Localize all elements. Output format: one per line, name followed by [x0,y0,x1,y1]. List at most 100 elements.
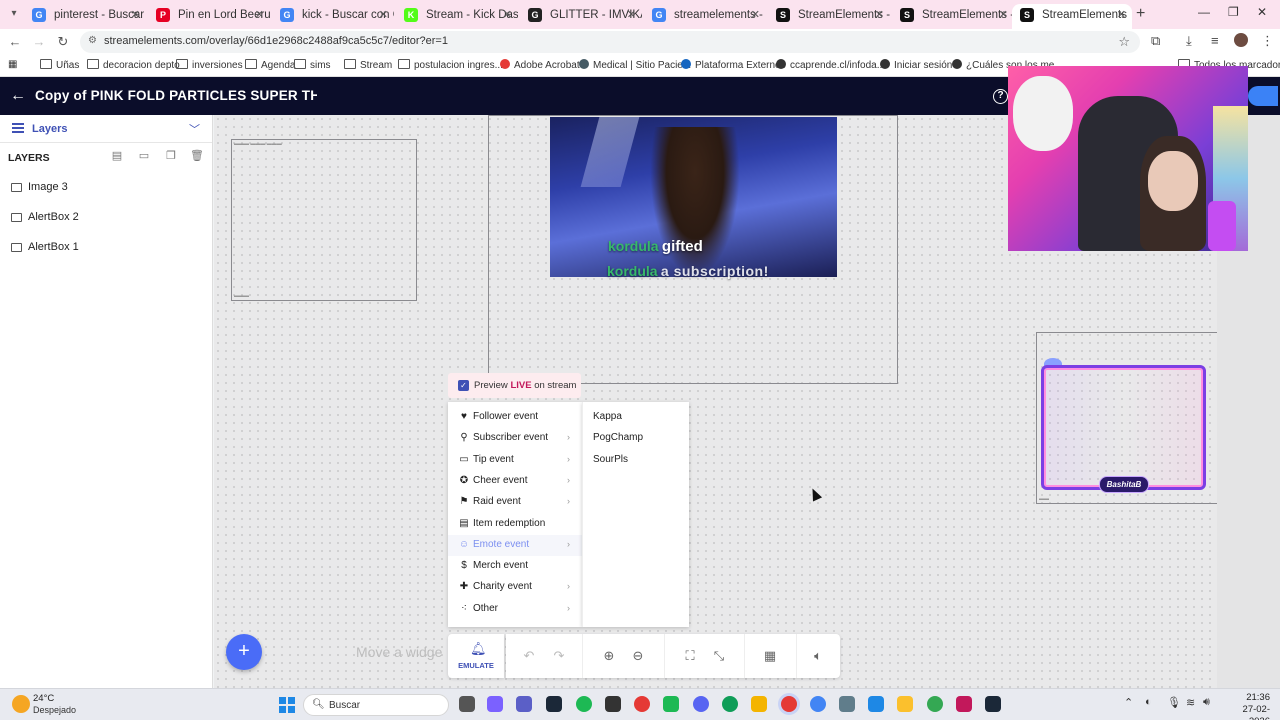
tab-close-icon[interactable]: ✕ [379,4,388,26]
browser-tab[interactable]: Gkick - Buscar con Goo✕ [272,4,394,29]
folder-icon[interactable]: ▭ [137,150,151,163]
tab-close-icon[interactable]: ✕ [627,4,636,26]
url-text[interactable]: streamelements.com/overlay/66d1e2968c248… [104,35,448,47]
edge-icon[interactable] [722,696,738,712]
redo-icon[interactable]: ↷ [550,647,568,665]
restore-icon[interactable]: ❐ [1228,5,1239,19]
help-icon[interactable]: ? [993,89,1008,104]
chevron-down-icon[interactable]: ﹀ [189,121,200,137]
reload-icon[interactable]: ↻ [54,33,72,51]
bookmark-item[interactable]: Iniciar sesión [880,59,952,71]
whatsapp-icon[interactable] [663,696,679,712]
sticky-notes-icon[interactable] [897,696,913,712]
minimize-icon[interactable]: — [1198,5,1210,19]
volume-tray-icon[interactable]: 🔊︎ [1203,696,1210,709]
discord-icon[interactable] [693,696,709,712]
emulate-button[interactable]: 🔔︎ EMULATE [448,634,504,678]
glitter-app-icon[interactable] [956,696,972,712]
site-info-icon[interactable]: ⚙ [88,35,97,46]
extensions-icon[interactable]: ⧉ [1151,33,1160,49]
emulate-menu-item[interactable]: ✪ Cheer event › [448,471,582,492]
url-omnibox[interactable]: ⚙ streamelements.com/overlay/66d1e2968c2… [80,31,1140,53]
grid-icon[interactable]: ▦ [761,647,779,665]
trash-icon[interactable]: 🗑 [190,150,204,163]
tab-close-icon[interactable]: ✕ [1117,4,1126,26]
emulate-menu-item[interactable]: ▤ Item redemption [448,514,582,535]
word-icon[interactable] [868,696,884,712]
copilot-icon[interactable] [487,696,503,712]
weather-temperature[interactable]: 24°C [33,693,54,704]
browser-tab[interactable]: SStreamElements - Ov✕ [892,4,1014,29]
emulate-menu-item[interactable]: ♥ Follower event [448,407,582,428]
emulate-menu-item[interactable]: ✚ Charity event › [448,577,582,598]
bookmark-item[interactable]: Agenda [245,59,295,71]
layer-item[interactable]: AlertBox 1 [0,233,212,263]
bookmark-item[interactable]: Plataforma Externos [681,59,786,71]
fit-screen-icon[interactable]: ⛶ [681,647,699,665]
checkbox-checked-icon[interactable]: ✓ [458,380,469,391]
system-clock[interactable]: 21:36 27-02-2026 [1226,692,1270,720]
duplicate-icon[interactable]: ❐ [164,150,178,163]
browser-tab[interactable]: S StreamElements ✕ [1012,4,1132,29]
emulate-menu-item[interactable]: $ Merch event [448,556,582,577]
teams-icon[interactable] [516,696,532,712]
save-button[interactable] [1248,86,1278,106]
add-widget-button[interactable]: + [226,634,262,670]
forward-icon[interactable]: → [30,33,48,51]
tab-close-icon[interactable]: ✕ [751,4,760,26]
emote-option[interactable]: SourPls [593,454,628,465]
wifi-icon[interactable]: ≋ [1186,696,1195,709]
profile-avatar[interactable] [1234,33,1248,47]
tab-close-icon[interactable]: ✕ [255,4,264,26]
emulate-menu-item[interactable]: ▭ Tip event › [448,450,582,471]
weather-sun-icon[interactable] [12,695,30,713]
bookmark-item[interactable]: Adobe Acrobat [500,59,580,71]
emulate-menu-item[interactable]: ⁖ Other › [448,599,582,620]
steam-running-icon[interactable] [985,696,1001,712]
tray-app-icon[interactable]: ◐ [1145,696,1152,708]
browser-tab[interactable]: SStreamElements - Ov✕ [768,4,890,29]
calculator-icon[interactable] [839,696,855,712]
emulate-menu-item[interactable]: ⚑ Raid event › [448,492,582,513]
emote-option[interactable]: PogChamp [593,432,643,443]
browser-tab[interactable]: KStream - Kick Dashbo✕ [396,4,518,29]
bookmark-item[interactable]: sims [294,59,331,71]
back-arrow-icon[interactable]: ← [10,87,26,105]
emulate-menu-item[interactable]: ⚲ Subscriber event › [448,428,582,449]
downloads-icon[interactable]: ⤓ [1186,33,1192,49]
add-group-icon[interactable]: ▤ [110,150,124,163]
apps-grid-icon[interactable]: ▦ [8,59,17,70]
bookmark-item[interactable]: ccaprende.cl/infoda... [776,59,885,71]
overlay-title[interactable]: Copy of PINK FOLD PARTICLES SUPER THE [35,88,317,103]
bookmark-item[interactable]: Stream [344,59,392,71]
obs-icon[interactable] [605,696,621,712]
tab-search-chevron-icon[interactable]: ▾ [6,6,22,22]
file-explorer-icon[interactable] [751,696,767,712]
back-icon[interactable]: ← [6,33,24,51]
preview-live-toggle[interactable]: ✓ Preview LIVE on stream [448,373,581,398]
weather-description[interactable]: Despejado [33,705,76,715]
browser-menu-icon[interactable]: ⋮ [1261,33,1274,49]
bookmark-item[interactable]: inversiones [176,59,243,71]
tray-chevron-icon[interactable]: ⌃ [1124,696,1133,709]
chrome-profile-icon[interactable] [810,696,826,712]
zoom-in-icon[interactable]: ⊕ [600,647,618,665]
tab-close-icon[interactable]: ✕ [999,4,1008,26]
bookmark-star-icon[interactable]: ☆ [1118,34,1130,50]
task-view-icon[interactable] [459,696,475,712]
bookmark-item[interactable]: postulacion ingres... [398,59,503,71]
bookmark-item[interactable]: Medical | Sitio Pacie... [579,59,691,71]
microphone-icon[interactable]: 🎙︎ [1167,696,1181,709]
layer-item[interactable]: Image 3 [0,173,212,203]
bookmark-item[interactable]: decoracion depto [87,59,180,71]
taskbar-search[interactable]: 🔍︎ Buscar [303,694,449,716]
tab-close-icon[interactable]: ✕ [131,4,140,26]
steam-icon[interactable] [546,696,562,712]
image-widget-frame[interactable]: ▬▬▬ ▬▬▬ ▬▬▬ ▬▬▬ [231,139,417,301]
sidebar-header[interactable]: Layers ﹀ [0,115,212,143]
tab-close-icon[interactable]: ✕ [875,4,884,26]
chrome-green-icon[interactable] [927,696,943,712]
volume-icon[interactable]: 🔈︎ [809,647,827,665]
media-controls-icon[interactable]: ≡ [1211,33,1219,48]
emulate-menu-item[interactable]: ☺ Emote event › [448,534,582,556]
